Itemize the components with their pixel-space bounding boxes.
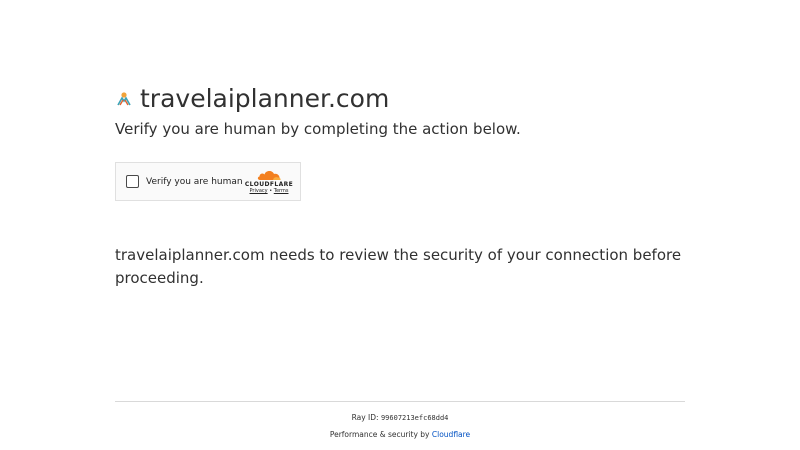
site-domain-title: travelaiplanner.com [140, 84, 390, 113]
footer: Ray ID: 99607213efc68dd4 Performance & s… [115, 401, 685, 441]
terms-link[interactable]: Terms [274, 188, 289, 194]
security-review-message: travelaiplanner.com needs to review the … [115, 246, 682, 287]
privacy-link[interactable]: Privacy [250, 188, 268, 194]
travel-planner-favicon-icon [117, 92, 131, 106]
cloudflare-link[interactable]: Cloudflare [432, 430, 470, 439]
link-separator: • [269, 188, 273, 194]
ray-id-value: 99607213efc68dd4 [380, 414, 449, 422]
main-content: travelaiplanner.com Verify you are human… [115, 84, 685, 290]
ray-id-label: Ray ID: [351, 413, 379, 422]
turnstile-widget: Verify you are human CLOUDFLARE Privacy … [115, 162, 301, 201]
ray-id-line: Ray ID: 99607213efc68dd4 [115, 412, 685, 424]
widget-links: Privacy • Terms [244, 188, 294, 195]
site-header: travelaiplanner.com [115, 84, 685, 114]
challenge-page: travelaiplanner.com Verify you are human… [0, 0, 800, 450]
verify-checkbox-label[interactable]: Verify you are human [146, 175, 243, 189]
cloudflare-wordmark: CLOUDFLARE [244, 181, 294, 188]
verify-checkbox[interactable] [126, 175, 139, 188]
performance-text: Performance & security by [329, 430, 430, 439]
verify-instruction: Verify you are human by completing the a… [115, 120, 521, 138]
cloudflare-cloud-icon [257, 171, 281, 180]
cloudflare-logo-block: CLOUDFLARE Privacy • Terms [244, 169, 294, 195]
performance-line: Performance & security by Cloudflare [115, 429, 685, 441]
